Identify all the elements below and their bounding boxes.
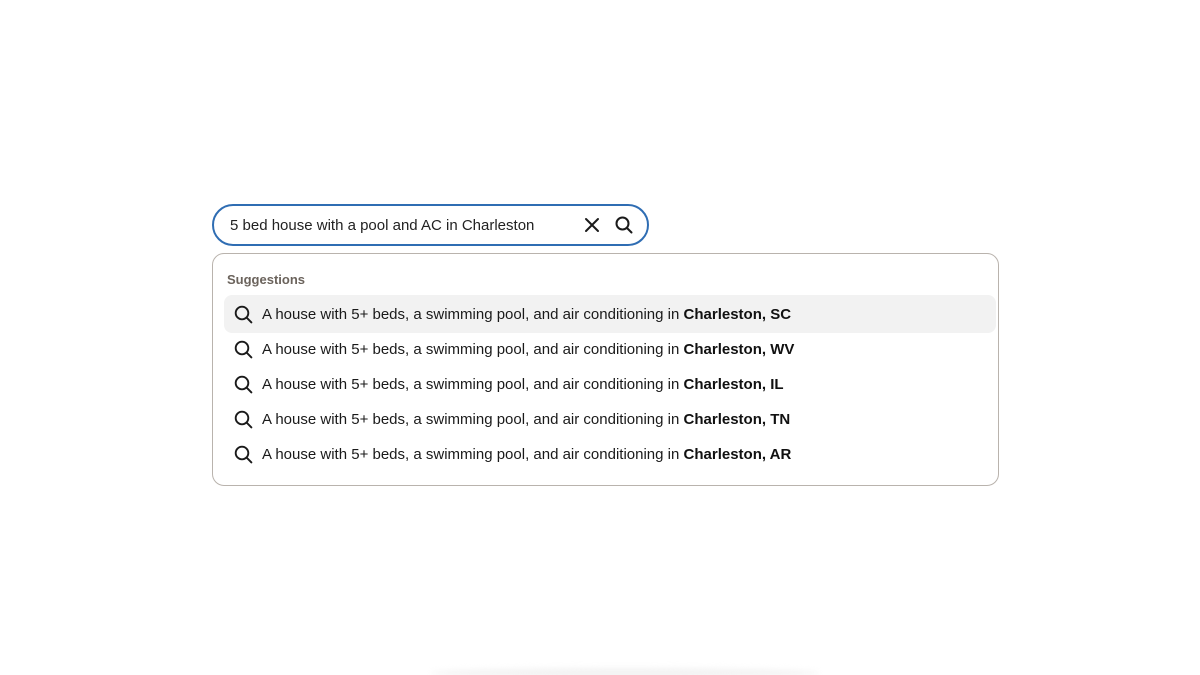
search-icon (233, 304, 253, 324)
suggestion-location: Charleston, WV (683, 340, 795, 358)
clear-button[interactable] (579, 212, 605, 238)
suggestion-prefix: A house with 5+ beds, a swimming pool, a… (262, 410, 684, 428)
suggestion-prefix: A house with 5+ beds, a swimming pool, a… (262, 375, 684, 393)
close-icon (585, 218, 599, 232)
search-button[interactable] (611, 212, 637, 238)
search-input[interactable] (230, 206, 573, 244)
suggestion-location: Charleston, SC (683, 305, 792, 323)
bottom-edge-shadow (430, 668, 820, 675)
suggestion-list: A house with 5+ beds, a swimming pool, a… (224, 295, 996, 473)
suggestion-location: Charleston, AR (683, 445, 792, 463)
suggestion-text: A house with 5+ beds, a swimming pool, a… (262, 376, 784, 393)
suggestion-text: A house with 5+ beds, a swimming pool, a… (262, 446, 791, 463)
suggestion-location: Charleston, TN (683, 410, 791, 428)
suggestion-prefix: A house with 5+ beds, a swimming pool, a… (262, 445, 684, 463)
suggestion-location: Charleston, IL (683, 375, 784, 393)
search-icon (233, 409, 253, 429)
search-icon (233, 444, 253, 464)
suggestion-text: A house with 5+ beds, a swimming pool, a… (262, 411, 790, 428)
search-icon (615, 216, 633, 234)
suggestion-item[interactable]: A house with 5+ beds, a swimming pool, a… (224, 400, 996, 438)
suggestion-prefix: A house with 5+ beds, a swimming pool, a… (262, 340, 684, 358)
search-bar[interactable] (212, 204, 649, 246)
suggestion-item[interactable]: A house with 5+ beds, a swimming pool, a… (224, 330, 996, 368)
page: Suggestions A house with 5+ beds, a swim… (0, 0, 1200, 675)
search-icon (233, 339, 253, 359)
suggestion-prefix: A house with 5+ beds, a swimming pool, a… (262, 305, 684, 323)
suggestion-item[interactable]: A house with 5+ beds, a swimming pool, a… (224, 295, 996, 333)
search-icon (233, 374, 253, 394)
suggestion-text: A house with 5+ beds, a swimming pool, a… (262, 306, 791, 323)
suggestion-item[interactable]: A house with 5+ beds, a swimming pool, a… (224, 435, 996, 473)
suggestions-dropdown: Suggestions A house with 5+ beds, a swim… (212, 253, 999, 486)
suggestion-text: A house with 5+ beds, a swimming pool, a… (262, 341, 794, 358)
suggestion-item[interactable]: A house with 5+ beds, a swimming pool, a… (224, 365, 996, 403)
suggestions-heading: Suggestions (227, 272, 306, 287)
